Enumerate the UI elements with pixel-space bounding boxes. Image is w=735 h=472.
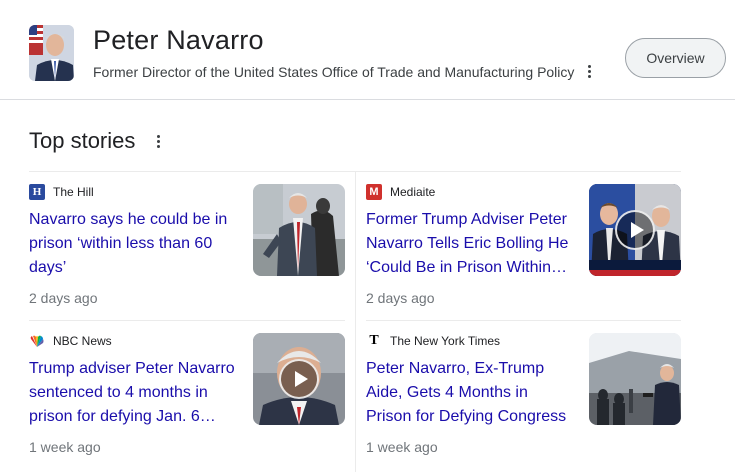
divider — [355, 172, 356, 472]
nyt-logo-icon: T — [369, 333, 379, 348]
entity-header: Peter Navarro Former Director of the Uni… — [0, 0, 735, 100]
story-source: M Mediaite — [366, 184, 435, 200]
story-video-thumbnail[interactable] — [253, 333, 345, 425]
entity-more-options-icon[interactable] — [582, 60, 596, 82]
entity-description: Former Director of the United States Off… — [93, 64, 575, 80]
story-age: 2 days ago — [366, 290, 435, 306]
story-thumbnail[interactable] — [589, 333, 681, 425]
entity-title: Peter Navarro — [93, 25, 264, 55]
nbc-peacock-logo-icon — [29, 333, 45, 349]
story-source: H The Hill — [29, 184, 94, 200]
story-source-name: NBC News — [53, 334, 112, 348]
story-headline-link[interactable]: Peter Navarro, Ex-Trump Aide, Gets 4 Mon… — [366, 357, 572, 429]
story-headline-link[interactable]: Trump adviser Peter Navarro sentenced to… — [29, 357, 235, 429]
story-source: T The New York Times — [366, 333, 500, 349]
top-stories-more-icon[interactable] — [152, 131, 164, 151]
story-age: 1 week ago — [29, 439, 101, 455]
the-hill-logo-icon: H — [29, 184, 45, 200]
play-video-icon[interactable] — [615, 210, 655, 250]
story-source-name: The New York Times — [390, 334, 501, 348]
story-card[interactable]: T The New York Times Peter Navarro, Ex-T… — [366, 333, 681, 472]
story-video-thumbnail[interactable] — [589, 184, 681, 276]
entity-avatar[interactable] — [29, 25, 74, 81]
story-card[interactable]: H The Hill Navarro says he could be in p… — [29, 184, 345, 324]
story-headline-link[interactable]: Former Trump Adviser Peter Navarro Tells… — [366, 208, 572, 280]
story-card[interactable]: M Mediaite Former Trump Adviser Peter Na… — [366, 184, 681, 324]
story-thumbnail[interactable] — [253, 184, 345, 276]
story-age: 1 week ago — [366, 439, 438, 455]
story-headline-link[interactable]: Navarro says he could be in prison ‘with… — [29, 208, 235, 280]
overview-tab-button[interactable]: Overview — [625, 38, 726, 78]
top-stories-heading: Top stories — [29, 128, 136, 153]
story-source-name: The Hill — [53, 185, 94, 199]
story-card[interactable]: NBC News Trump adviser Peter Navarro sen… — [29, 333, 345, 472]
play-video-icon[interactable] — [279, 359, 319, 399]
story-source-name: Mediaite — [390, 185, 436, 199]
mediaite-logo-icon: M — [366, 184, 382, 200]
story-age: 2 days ago — [29, 290, 98, 306]
story-source: NBC News — [29, 333, 112, 349]
